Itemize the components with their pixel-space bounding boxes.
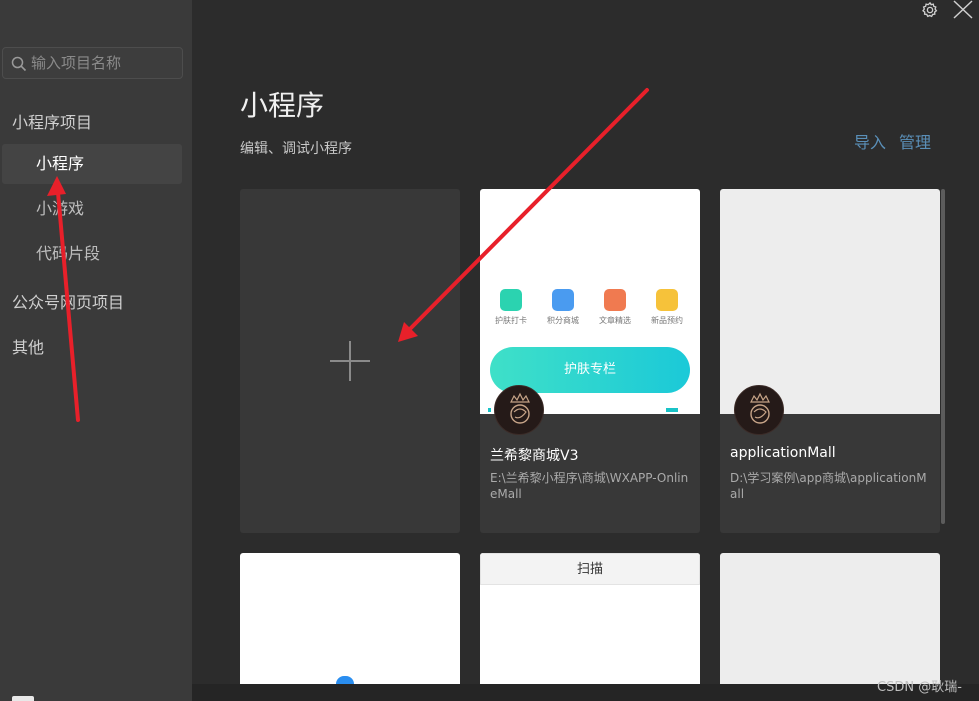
project-path: E:\兰希黎小程序\商城\WXAPP-OnlineMall <box>490 471 689 501</box>
bell-icon <box>656 289 678 311</box>
page-subtitle: 编辑、调试小程序 <box>240 141 352 157</box>
plus-icon <box>330 341 370 381</box>
scan-bar: 扫描 <box>480 553 700 585</box>
preview-icon-label: 护肤打卡 <box>495 316 527 325</box>
project-preview <box>720 189 940 414</box>
manage-button[interactable]: 管理 <box>899 129 931 153</box>
sidebar-item-code-snippet[interactable]: 代码片段 <box>2 234 182 274</box>
search-box[interactable] <box>2 47 183 79</box>
bottom-bar <box>192 684 979 701</box>
sidebar: 小程序项目 小程序 小游戏 代码片段 公众号网页项目 其他 <box>0 0 192 701</box>
gear-icon[interactable] <box>921 1 939 19</box>
preview-icon-row: 护肤打卡 积分商城 文章精选 新品预约 <box>495 289 688 329</box>
crown-logo-icon <box>510 392 530 424</box>
sidebar-item-miniprogram[interactable]: 小程序 <box>2 144 182 184</box>
preview-icon-label: 积分商城 <box>547 316 579 325</box>
project-card[interactable]: 扫描 <box>480 553 700 701</box>
project-name: applicationMall <box>730 445 836 461</box>
preview-icon-label: 文章精选 <box>599 316 631 325</box>
watermark: CSDN @耿瑞- <box>877 680 962 695</box>
sidebar-item-minigame[interactable]: 小游戏 <box>2 189 182 229</box>
nav-group-miniprogram-projects[interactable]: 小程序项目 <box>12 109 92 133</box>
project-path: D:\学习案例\app商城\applicationMall <box>730 471 927 501</box>
nav-group-other[interactable]: 其他 <box>12 334 44 358</box>
nav-group-official-account-web[interactable]: 公众号网页项目 <box>12 289 124 313</box>
scrollbar[interactable] <box>941 189 945 524</box>
new-project-card[interactable] <box>240 189 460 533</box>
project-avatar <box>494 385 544 435</box>
calendar-icon <box>500 289 522 311</box>
close-icon[interactable] <box>952 0 974 20</box>
project-preview: 护肤打卡 积分商城 文章精选 新品预约 护肤专栏 <box>480 189 700 414</box>
search-input[interactable] <box>31 48 179 78</box>
preview-indicator <box>488 408 491 412</box>
checkbox[interactable] <box>12 696 34 701</box>
project-card[interactable]: 护肤打卡 积分商城 文章精选 新品预约 护肤专栏 兰希黎商城V3 E:\兰希黎小… <box>480 189 700 533</box>
page-title: 小程序 <box>240 89 325 122</box>
project-card[interactable] <box>240 553 460 701</box>
search-icon <box>11 56 27 72</box>
crown-logo-icon <box>750 392 770 424</box>
project-card[interactable]: applicationMall D:\学习案例\app商城\applicatio… <box>720 189 940 533</box>
article-icon <box>604 289 626 311</box>
import-button[interactable]: 导入 <box>854 129 886 153</box>
shop-icon <box>552 289 574 311</box>
preview-indicator <box>666 408 678 412</box>
project-avatar <box>734 385 784 435</box>
project-name: 兰希黎商城V3 <box>490 448 579 464</box>
preview-icon-label: 新品预约 <box>651 316 683 325</box>
